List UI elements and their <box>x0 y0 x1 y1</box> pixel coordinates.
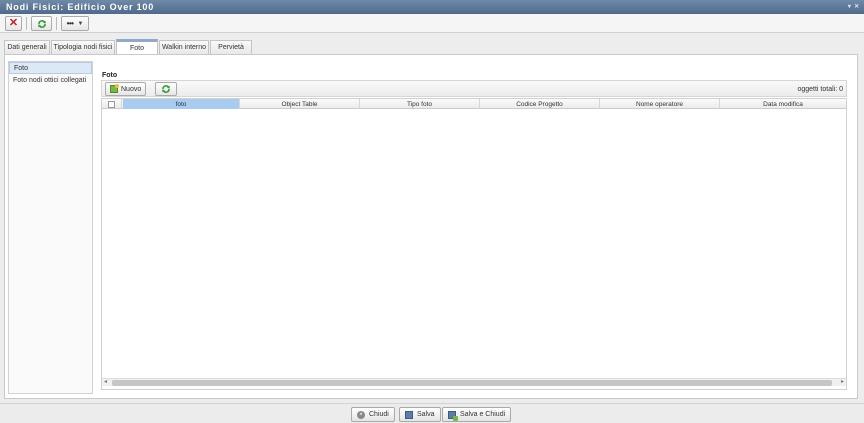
tab-label: Foto <box>129 44 144 52</box>
section-title: Foto <box>102 72 118 79</box>
subnav: Foto Foto nodi ottici collegati <box>8 61 93 394</box>
chevron-down-icon: ▼ <box>77 20 84 27</box>
window-title: Nodi Fisici: Edificio Over 100 <box>6 2 155 12</box>
new-item-icon <box>110 84 119 93</box>
select-all-checkbox[interactable] <box>108 101 115 108</box>
save-close-icon <box>448 410 458 421</box>
column-header-tipo-foto[interactable]: Tipo foto <box>360 99 480 109</box>
close-circle-icon: × <box>357 410 365 419</box>
chiudi-button[interactable]: × Chiudi <box>351 407 395 422</box>
column-header-object-table[interactable]: Object Table <box>240 99 360 109</box>
horizontal-scrollbar[interactable]: ◂ ▸ <box>102 378 846 386</box>
salva-button[interactable]: Salva <box>399 407 441 422</box>
tab-label: Tipologia nodi fisici <box>53 44 113 51</box>
toolbar-separator <box>26 17 27 30</box>
salva-e-chiudi-button[interactable]: Salva e Chiudi <box>442 407 512 422</box>
subnav-item-label: Foto <box>14 65 29 72</box>
tab-walkin-interno[interactable]: Walkin interno <box>159 40 209 54</box>
tab-label: Pervietà <box>218 44 244 51</box>
grid-refresh-button[interactable] <box>155 82 177 96</box>
tab-panel: Foto Foto nodi ottici collegati Foto Nuo… <box>4 54 858 399</box>
tab-foto[interactable]: Foto <box>116 39 158 54</box>
salva-label: Salva <box>417 411 435 418</box>
tab-dati-generali[interactable]: Dati generali <box>4 40 50 54</box>
total-count: oggetti totali: 0 <box>797 86 843 93</box>
tab-tipologia-nodi-fisici[interactable]: Tipologia nodi fisici <box>51 40 115 54</box>
more-icon: ••• <box>66 19 74 28</box>
window-titlebar: Nodi Fisici: Edificio Over 100 ▾ ✕ <box>0 0 864 14</box>
save-icon <box>405 410 413 419</box>
column-label: foto <box>175 100 187 108</box>
refresh-button[interactable] <box>31 16 52 31</box>
select-all-column <box>102 99 122 109</box>
scroll-right-icon[interactable]: ▸ <box>841 378 844 385</box>
refresh-icon <box>37 19 46 28</box>
new-button-label: Nuovo <box>121 85 142 93</box>
window-controls-icon[interactable]: ▾ ✕ <box>848 3 860 10</box>
subnav-item-label: Foto nodi ottici collegati <box>13 77 87 84</box>
column-header-foto[interactable]: foto <box>123 99 240 109</box>
salva-e-chiudi-label: Salva e Chiudi <box>460 411 506 418</box>
x-icon: ✕ <box>8 17 19 29</box>
main-toolbar: ✕ ••• ▼ <box>0 14 864 33</box>
column-header-nome-operatore[interactable]: Nome operatore <box>600 99 720 109</box>
tab-label: Walkin interno <box>161 44 207 51</box>
column-header-data-modifica[interactable]: Data modifica <box>720 99 846 109</box>
column-label: Tipo foto <box>406 100 433 108</box>
content-area: Foto Nuovo oggetti totali: 0 foto Object… <box>99 67 849 395</box>
data-grid: foto Object Table Tipo foto Codice Proge… <box>101 98 847 390</box>
scroll-left-icon[interactable]: ◂ <box>104 378 107 385</box>
subnav-item-foto-nodi-ottici[interactable]: Foto nodi ottici collegati <box>9 75 92 87</box>
column-label: Data modifica <box>763 100 803 108</box>
scrollbar-thumb[interactable] <box>112 380 832 386</box>
toolbar-separator <box>56 17 57 30</box>
column-header-codice-progetto[interactable]: Codice Progetto <box>480 99 600 109</box>
new-button[interactable]: Nuovo <box>105 82 147 96</box>
tab-pervieta[interactable]: Pervietà <box>210 40 252 54</box>
grid-toolbar <box>101 80 847 97</box>
grid-header: foto Object Table Tipo foto Codice Proge… <box>102 99 846 109</box>
close-button[interactable]: ✕ <box>5 16 22 31</box>
column-label: Object Table <box>281 100 318 108</box>
subnav-item-foto[interactable]: Foto <box>9 62 92 74</box>
more-menu-button[interactable]: ••• ▼ <box>61 16 89 31</box>
column-label: Nome operatore <box>636 100 683 108</box>
column-label: Codice Progetto <box>516 100 563 108</box>
tab-label: Dati generali <box>7 44 47 51</box>
refresh-icon <box>162 85 170 93</box>
chiudi-label: Chiudi <box>369 411 389 418</box>
footer-bar: × Chiudi Salva Salva e Chiudi <box>0 403 864 423</box>
